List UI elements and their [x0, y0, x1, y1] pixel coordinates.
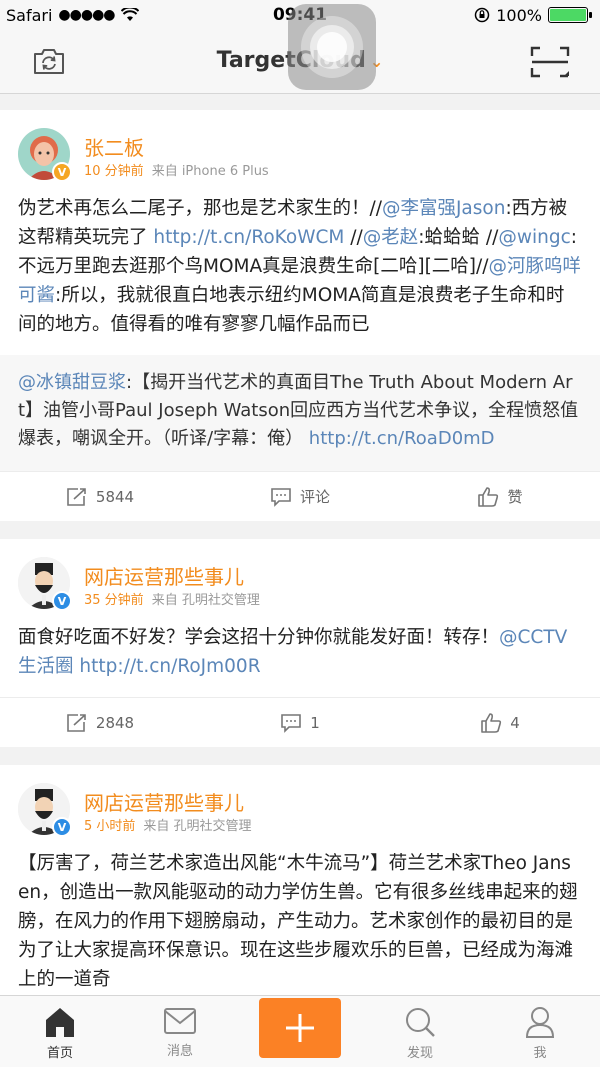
- post-actions: 5844 评论 赞: [0, 471, 600, 521]
- post-body: 面食好吃面不好发？学会这招十分钟你就能发好面！转存！@CCTV生活圈 http:…: [0, 619, 600, 697]
- repost-count: 2848: [95, 713, 135, 732]
- battery-level: [550, 9, 586, 21]
- feed: V 张二板 10 分钟前 来自 iPhone 6 Plus 伪艺术再怎么二尾子，那…: [0, 110, 600, 1028]
- repost-icon: [67, 713, 86, 732]
- author-name[interactable]: 网店运营那些事儿: [84, 787, 244, 816]
- repost-button[interactable]: 5844: [0, 487, 200, 507]
- reposted-content[interactable]: @冰镇甜豆浆:【揭开当代艺术的真面目The Truth About Modern…: [0, 355, 600, 471]
- post-text: :所以，我就很直白地表示纽约MOMA简直是浪费老子生命和时间的地方。值得看的唯有…: [18, 285, 565, 335]
- comment-icon: [271, 487, 291, 507]
- post-time: 10 分钟前: [84, 164, 144, 179]
- comment-button[interactable]: 1: [200, 713, 400, 733]
- like-button[interactable]: 赞: [400, 486, 600, 508]
- post-text: //: [344, 227, 363, 248]
- post-text: :蛤蛤蛤 //: [418, 227, 499, 248]
- repost-count: 5844: [95, 487, 135, 506]
- signal-strength: ●●●●●: [58, 7, 115, 23]
- url-link[interactable]: http://t.cn/RoJm00R: [79, 656, 260, 677]
- repost-icon: [67, 487, 86, 506]
- compose-button[interactable]: [259, 998, 341, 1058]
- assistive-touch-button[interactable]: [288, 4, 376, 90]
- post-time: 5 小时前: [84, 819, 136, 834]
- profile-icon: [525, 1007, 555, 1038]
- discover-icon: [406, 1008, 435, 1037]
- thumbs-up-icon: [478, 486, 499, 507]
- post-meta: 35 分钟前 来自 孔明社交管理: [84, 589, 260, 608]
- mention-link[interactable]: @冰镇甜豆浆: [18, 372, 126, 393]
- post-text: 面食好吃面不好发？学会这招十分钟你就能发好面！转存！: [18, 627, 500, 648]
- tab-label: 我: [533, 1046, 547, 1061]
- tab-label: 发现: [406, 1046, 433, 1061]
- author-name[interactable]: 张二板: [84, 132, 144, 161]
- status-left: Safari ●●●●●: [6, 6, 139, 25]
- post-body: 【厉害了，荷兰艺术家造出风能“木牛流马”】荷兰艺术家Theo Jansen，创造…: [0, 845, 600, 1010]
- wifi-icon: [120, 8, 139, 21]
- tab-label: 消息: [166, 1044, 193, 1059]
- battery-percent: 100%: [496, 5, 542, 25]
- post-header: V 网店运营那些事儿 35 分钟前 来自 孔明社交管理: [0, 539, 600, 619]
- post-body: 伪艺术再怎么二尾子，那也是艺术家生的！//@李富强Jason:西方被这帮精英玩完…: [0, 190, 600, 355]
- post-meta: 5 小时前 来自 孔明社交管理: [84, 815, 252, 834]
- post-meta: 10 分钟前 来自 iPhone 6 Plus: [84, 160, 269, 179]
- mention-link[interactable]: @李富强Jason: [382, 198, 505, 219]
- assistive-ring-middle: [310, 25, 354, 69]
- verified-badge-icon: V: [52, 162, 72, 182]
- url-link[interactable]: http://t.cn/RoaD0mD: [309, 428, 495, 449]
- post-card[interactable]: V 网店运营那些事儿 5 小时前 来自 孔明社交管理 【厉害了，荷兰艺术家造出风能…: [0, 765, 600, 1010]
- tab-profile[interactable]: 我: [480, 996, 600, 1067]
- post-card[interactable]: V 张二板 10 分钟前 来自 iPhone 6 Plus 伪艺术再怎么二尾子，那…: [0, 110, 600, 521]
- tab-discover[interactable]: 发现: [360, 996, 480, 1067]
- post-source: 来自 iPhone 6 Plus: [151, 164, 269, 179]
- comment-icon: [281, 713, 302, 733]
- back-to-safari-link[interactable]: Safari: [6, 6, 52, 25]
- like-button[interactable]: 4: [400, 712, 600, 734]
- message-icon: [164, 1008, 196, 1034]
- mention-link[interactable]: @wingc: [498, 227, 570, 248]
- battery-icon: [548, 7, 592, 23]
- assistive-ring-outer: [301, 16, 363, 78]
- post-header: V 张二板 10 分钟前 来自 iPhone 6 Plus: [0, 110, 600, 190]
- like-count: 赞: [507, 488, 523, 506]
- assistive-ring-inner: [317, 32, 347, 62]
- scan-icon[interactable]: [530, 46, 570, 82]
- tab-home[interactable]: 首页: [0, 996, 120, 1067]
- author-name[interactable]: 网店运营那些事儿: [84, 561, 244, 590]
- tab-bar: 首页 消息 发现 我: [0, 995, 600, 1067]
- post-header: V 网店运营那些事儿 5 小时前 来自 孔明社交管理: [0, 765, 600, 845]
- tab-compose[interactable]: [240, 996, 360, 1067]
- repost-button[interactable]: 2848: [0, 713, 200, 733]
- post-card[interactable]: V 网店运营那些事儿 35 分钟前 来自 孔明社交管理 面食好吃面不好发？学会这招…: [0, 539, 600, 747]
- post-time: 35 分钟前: [84, 593, 144, 608]
- post-text: 【厉害了，荷兰艺术家造出风能“木牛流马”】荷兰艺术家Theo Jansen，创造…: [18, 853, 578, 990]
- orientation-lock-icon: [475, 7, 490, 23]
- verified-badge-icon: V: [52, 591, 72, 611]
- like-count: 4: [510, 713, 520, 732]
- comment-button[interactable]: 评论: [200, 486, 400, 507]
- comment-count: 1: [310, 713, 320, 732]
- mention-link[interactable]: @老赵: [363, 227, 419, 248]
- status-right: 100%: [474, 5, 592, 25]
- comment-count: 评论: [299, 488, 330, 506]
- thumbs-up-icon: [481, 712, 502, 733]
- tab-label: 首页: [46, 1046, 73, 1061]
- verified-badge-icon: V: [52, 817, 72, 837]
- tab-messages[interactable]: 消息: [120, 996, 240, 1067]
- plus-icon: [286, 1014, 314, 1042]
- post-source: 来自 孔明社交管理: [151, 593, 260, 608]
- post-text: 伪艺术再怎么二尾子，那也是艺术家生的！//: [18, 198, 382, 219]
- post-source: 来自 孔明社交管理: [143, 819, 252, 834]
- home-icon: [46, 1008, 74, 1037]
- post-actions: 2848 1 4: [0, 697, 600, 747]
- url-link[interactable]: http://t.cn/RoKoWCM: [153, 227, 344, 248]
